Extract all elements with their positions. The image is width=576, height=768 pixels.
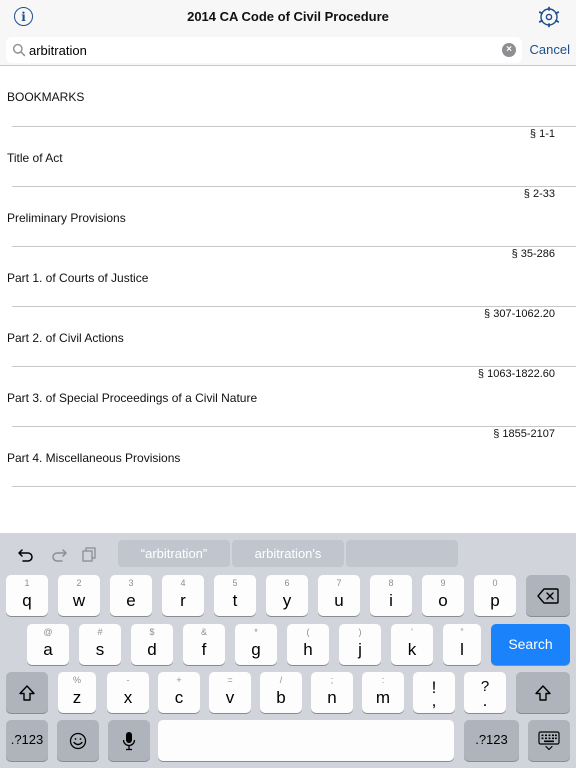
divider [12, 126, 576, 127]
suggestion-2[interactable]: arbitration's [232, 540, 344, 567]
screen: i 2014 CA Code of Civil Procedure × [0, 0, 576, 768]
section-title: Title of Act [7, 151, 63, 165]
key-x[interactable]: -x [107, 672, 149, 713]
section-header-bookmarks: BOOKMARKS [7, 90, 85, 104]
search-icon [12, 43, 26, 57]
key-u[interactable]: 7u [318, 575, 360, 616]
delete-key[interactable] [526, 575, 570, 616]
key-period[interactable]: ?. [464, 672, 506, 713]
key-e[interactable]: 3e [110, 575, 152, 616]
divider [12, 246, 576, 247]
section-title: Part 4. Miscellaneous Provisions [7, 451, 181, 465]
key-comma[interactable]: !, [413, 672, 455, 713]
divider [12, 426, 576, 427]
section-code: § 1063-1822.60 [477, 368, 555, 380]
redo-icon[interactable] [50, 545, 68, 563]
emoji-key[interactable] [57, 720, 99, 761]
shift-icon [19, 684, 35, 701]
section-title: Preliminary Provisions [7, 211, 126, 225]
divider [12, 486, 576, 487]
undo-icon[interactable] [17, 545, 35, 563]
paste-icon[interactable] [80, 545, 98, 563]
backspace-icon [537, 587, 559, 604]
hide-keyboard-key[interactable] [528, 720, 570, 761]
section-code: § 2-33 [523, 188, 555, 200]
keyboard-shortcut-bar: “arbitration” arbitration's [0, 533, 576, 575]
emoji-icon [69, 732, 87, 749]
key-b[interactable]: / b [260, 672, 302, 713]
key-m[interactable]: :m [362, 672, 404, 713]
navigation-bar: i 2014 CA Code of Civil Procedure [0, 0, 576, 34]
key-g[interactable]: * g [235, 624, 277, 665]
page-title: 2014 CA Code of Civil Procedure [187, 9, 389, 24]
divider [12, 186, 576, 187]
numbers-key-left[interactable]: .?123 [6, 720, 48, 761]
section-title: Part 3. of Special Proceedings of a Civi… [7, 391, 258, 405]
key-v[interactable]: = v [209, 672, 251, 713]
key-h[interactable]: (h [287, 624, 329, 665]
key-t[interactable]: 5t [214, 575, 256, 616]
shift-key-right[interactable] [516, 672, 570, 713]
section-title: Part 2. of Civil Actions [7, 331, 124, 345]
search-input[interactable] [29, 41, 499, 59]
section-code: § 35-286 [511, 248, 555, 260]
bookmarks-list: BOOKMARKS § 1-1 Title of Act § 2-33 Prel… [0, 66, 576, 533]
key-j[interactable]: ) j [339, 624, 381, 665]
clear-search-icon[interactable]: × [502, 43, 516, 57]
key-s[interactable]: # s [79, 624, 121, 665]
suggestion-3[interactable] [346, 540, 458, 567]
keyboard: “arbitration” arbitration's 1q 2w 3e 4r … [0, 533, 576, 768]
key-k[interactable]: ’ k [391, 624, 433, 665]
suggestion-1[interactable]: “arbitration” [118, 540, 230, 567]
key-c[interactable]: + c [158, 672, 200, 713]
key-q[interactable]: 1q [6, 575, 48, 616]
search-field[interactable]: × [6, 37, 522, 63]
divider [12, 306, 576, 307]
shift-icon [535, 684, 551, 701]
hide-keyboard-icon [538, 730, 560, 750]
settings-gear-icon[interactable] [538, 6, 560, 28]
divider [12, 366, 576, 367]
microphone-icon [122, 731, 136, 750]
dictation-key[interactable] [108, 720, 150, 761]
search-bar: × Cancel [0, 34, 576, 66]
key-f[interactable]: & f [183, 624, 225, 665]
key-l[interactable]: ” l [443, 624, 481, 665]
key-a[interactable]: @ a [27, 624, 69, 665]
space-key[interactable] [158, 720, 454, 761]
search-key[interactable]: Search [491, 624, 570, 665]
key-y[interactable]: 6y [266, 575, 308, 616]
section-title: Part 1. of Courts of Justice [7, 271, 149, 285]
section-code: § 307-1062.20 [484, 308, 555, 320]
section-code: § 1-1 [529, 128, 555, 140]
key-w[interactable]: 2w [58, 575, 100, 616]
key-n[interactable]: ; n [311, 672, 353, 713]
cancel-button[interactable]: Cancel [530, 42, 570, 57]
key-z[interactable]: % z [58, 672, 96, 713]
key-p[interactable]: 0p [474, 575, 516, 616]
section-code: § 1855-2107 [493, 428, 555, 440]
numbers-key-right[interactable]: .?123 [464, 720, 519, 761]
key-d[interactable]: $ d [131, 624, 173, 665]
key-o[interactable]: 9o [422, 575, 464, 616]
shift-key-left[interactable] [6, 672, 48, 713]
key-i[interactable]: 8i [370, 575, 412, 616]
key-r[interactable]: 4r [162, 575, 204, 616]
